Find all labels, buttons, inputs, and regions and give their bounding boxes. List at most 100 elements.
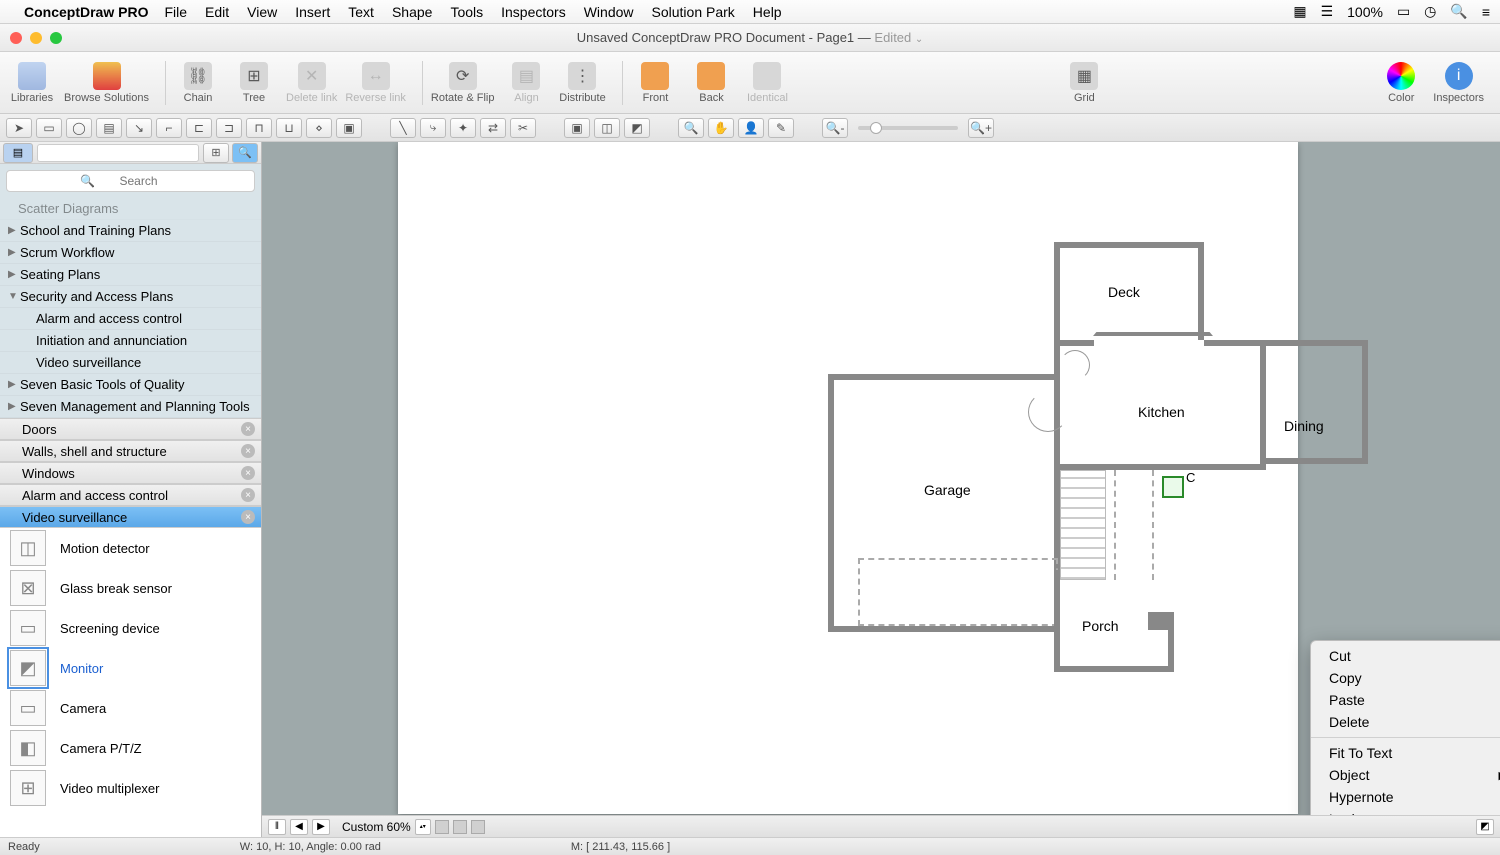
selected-shape-monitor[interactable]: [1162, 476, 1184, 498]
pencil-tool[interactable]: ✎: [768, 118, 794, 138]
menu-insert[interactable]: Insert: [295, 4, 330, 20]
tree-row-expanded[interactable]: ▼Security and Access Plans: [0, 286, 261, 308]
page-corner[interactable]: ◩: [1476, 819, 1494, 835]
ctx-hypernote[interactable]: Hypernote: [1311, 786, 1500, 808]
page-prev[interactable]: ◀: [290, 819, 308, 835]
person-tool[interactable]: 👤: [738, 118, 764, 138]
line-tool-5[interactable]: ✂: [510, 118, 536, 138]
sidebar-search-button[interactable]: 🔍: [232, 143, 258, 163]
drawing-canvas[interactable]: Deck Kitchen Dining Garage: [262, 142, 1500, 837]
menu-solution-park[interactable]: Solution Park: [652, 4, 735, 20]
tree-row[interactable]: ▶Seven Basic Tools of Quality: [0, 374, 261, 396]
menu-shape[interactable]: Shape: [392, 4, 432, 20]
connector-2[interactable]: ⌐: [156, 118, 182, 138]
menu-tools[interactable]: Tools: [450, 4, 483, 20]
sidebar-path-field[interactable]: [37, 144, 199, 162]
battery-icon[interactable]: ▭: [1397, 3, 1410, 20]
connector-3[interactable]: ⊏: [186, 118, 212, 138]
zoom-out-button[interactable]: 🔍-: [822, 118, 848, 138]
lib-section[interactable]: Alarm and access control×: [0, 484, 261, 506]
shape-tool-1[interactable]: ▣: [564, 118, 590, 138]
tree-row[interactable]: ▶Seating Plans: [0, 264, 261, 286]
zoom-tool[interactable]: 🔍: [678, 118, 704, 138]
window-title[interactable]: Unsaved ConceptDraw PRO Document - Page1…: [577, 30, 924, 45]
zoom-window-button[interactable]: [50, 32, 62, 44]
menu-edit[interactable]: Edit: [205, 4, 229, 20]
page[interactable]: Deck Kitchen Dining Garage: [398, 142, 1298, 814]
chain-button[interactable]: ⛓Chain: [174, 62, 222, 104]
line-tool-4[interactable]: ⇄: [480, 118, 506, 138]
page-tab[interactable]: [453, 820, 467, 834]
sidebar-grid-view[interactable]: ⊞: [203, 143, 229, 163]
text-tool[interactable]: ▤: [96, 118, 122, 138]
connector-5[interactable]: ⊓: [246, 118, 272, 138]
library-item[interactable]: ⊠Glass break sensor: [0, 568, 261, 608]
grid-button[interactable]: ▦Grid: [1060, 62, 1108, 104]
lib-section[interactable]: Windows×: [0, 462, 261, 484]
menu-view[interactable]: View: [247, 4, 277, 20]
page-tab[interactable]: [471, 820, 485, 834]
wifi-icon[interactable]: ☰: [1321, 3, 1334, 20]
close-icon[interactable]: ×: [241, 466, 255, 480]
library-item[interactable]: ⊞Video multiplexer: [0, 768, 261, 808]
library-item-selected[interactable]: ◩Monitor: [0, 648, 261, 688]
pan-tool[interactable]: ✋: [708, 118, 734, 138]
connector-8[interactable]: ▣: [336, 118, 362, 138]
menu-window[interactable]: Window: [584, 4, 634, 20]
zoom-stepper[interactable]: ▴▾: [415, 819, 431, 835]
zoom-slider[interactable]: [858, 126, 958, 130]
connector-7[interactable]: ⋄: [306, 118, 332, 138]
zoom-in-button[interactable]: 🔍+: [968, 118, 994, 138]
app-name[interactable]: ConceptDraw PRO: [24, 4, 148, 20]
spotlight-icon[interactable]: 🔍: [1450, 3, 1467, 20]
library-item[interactable]: ▭Screening device: [0, 608, 261, 648]
sidebar-tab-lib[interactable]: ▤: [3, 143, 33, 163]
ctx-fit-to-text[interactable]: Fit To Text: [1311, 742, 1500, 764]
tree-row[interactable]: ▶School and Training Plans: [0, 220, 261, 242]
library-item[interactable]: ▭Camera: [0, 688, 261, 728]
menu-file[interactable]: File: [164, 4, 187, 20]
distribute-button[interactable]: ⋮Distribute: [558, 62, 606, 104]
lib-section[interactable]: Walls, shell and structure×: [0, 440, 261, 462]
close-window-button[interactable]: [10, 32, 22, 44]
line-tool-1[interactable]: ╲: [390, 118, 416, 138]
connector-1[interactable]: ↘: [126, 118, 152, 138]
tree-row[interactable]: ▶Seven Management and Planning Tools: [0, 396, 261, 418]
menu-text[interactable]: Text: [348, 4, 374, 20]
library-search-input[interactable]: [6, 170, 255, 192]
ctx-paste[interactable]: Paste: [1311, 689, 1500, 711]
connector-6[interactable]: ⊔: [276, 118, 302, 138]
ctx-delete[interactable]: Delete: [1311, 711, 1500, 733]
libraries-button[interactable]: Libraries: [8, 62, 56, 104]
pointer-tool[interactable]: ➤: [6, 118, 32, 138]
clock-icon[interactable]: ◷: [1424, 3, 1436, 20]
shape-tool-2[interactable]: ◫: [594, 118, 620, 138]
close-icon[interactable]: ×: [241, 422, 255, 436]
back-button[interactable]: Back: [687, 62, 735, 104]
menu-extra-icon[interactable]: ≡: [1482, 4, 1490, 20]
lib-section-selected[interactable]: Video surveillance×: [0, 506, 261, 528]
shape-tool-3[interactable]: ◩: [624, 118, 650, 138]
inspectors-button[interactable]: iInspectors: [1433, 62, 1484, 104]
tree-subrow[interactable]: Initiation and annunciation: [0, 330, 261, 352]
front-button[interactable]: Front: [631, 62, 679, 104]
zoom-value[interactable]: Custom 60%: [342, 820, 411, 834]
page-next[interactable]: ▶: [312, 819, 330, 835]
library-item[interactable]: ◫Motion detector: [0, 528, 261, 568]
ellipse-tool[interactable]: ◯: [66, 118, 92, 138]
rotate-flip-button[interactable]: ⟳Rotate & Flip: [431, 62, 495, 104]
line-tool-2[interactable]: ⤷: [420, 118, 446, 138]
line-tool-3[interactable]: ✦: [450, 118, 476, 138]
control-center-icon[interactable]: ▦: [1293, 3, 1306, 20]
tree-row[interactable]: Scatter Diagrams: [0, 198, 261, 220]
color-button[interactable]: Color: [1377, 62, 1425, 104]
ctx-cut[interactable]: Cut: [1311, 645, 1500, 667]
rect-tool[interactable]: ▭: [36, 118, 62, 138]
page-tab[interactable]: [435, 820, 449, 834]
tree-subrow[interactable]: Video surveillance: [0, 352, 261, 374]
close-icon[interactable]: ×: [241, 488, 255, 502]
ctx-object[interactable]: Object▶: [1311, 764, 1500, 786]
tree-row[interactable]: ▶Scrum Workflow: [0, 242, 261, 264]
close-icon[interactable]: ×: [241, 444, 255, 458]
browse-solutions-button[interactable]: Browse Solutions: [64, 62, 149, 104]
